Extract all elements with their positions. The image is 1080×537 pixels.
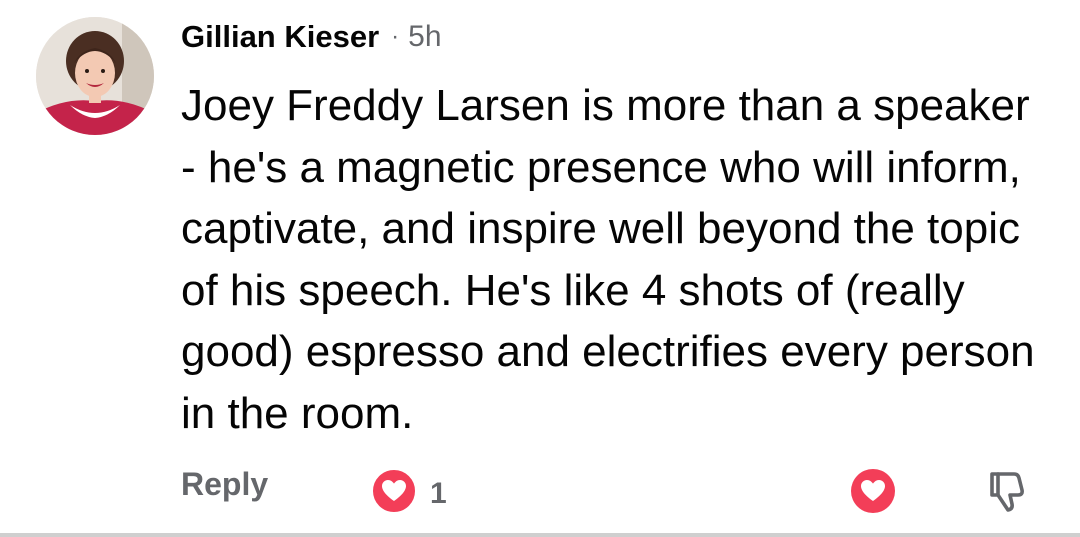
avatar-image [36,17,154,135]
dislike-button[interactable] [984,466,1030,519]
like-button[interactable] [850,468,896,519]
thumbs-down-icon [984,472,1030,518]
heart-icon [371,468,417,519]
avatar[interactable] [36,17,154,135]
reply-button[interactable]: Reply [181,466,268,503]
comment-text: Joey Freddy Larsen is more than a speake… [181,81,1035,438]
comment: Gillian Kieser · 5h Joey Freddy Larsen i… [0,0,1080,537]
comment-header: Gillian Kieser · 5h [181,17,442,57]
divider [0,533,1080,537]
heart-icon [850,469,896,518]
author-name[interactable]: Gillian Kieser [181,19,379,55]
reaction-count: 1 [430,476,447,510]
timestamp[interactable]: 5h [408,20,441,54]
separator-dot: · [391,23,400,50]
reaction-summary[interactable]: 1 [371,468,447,519]
